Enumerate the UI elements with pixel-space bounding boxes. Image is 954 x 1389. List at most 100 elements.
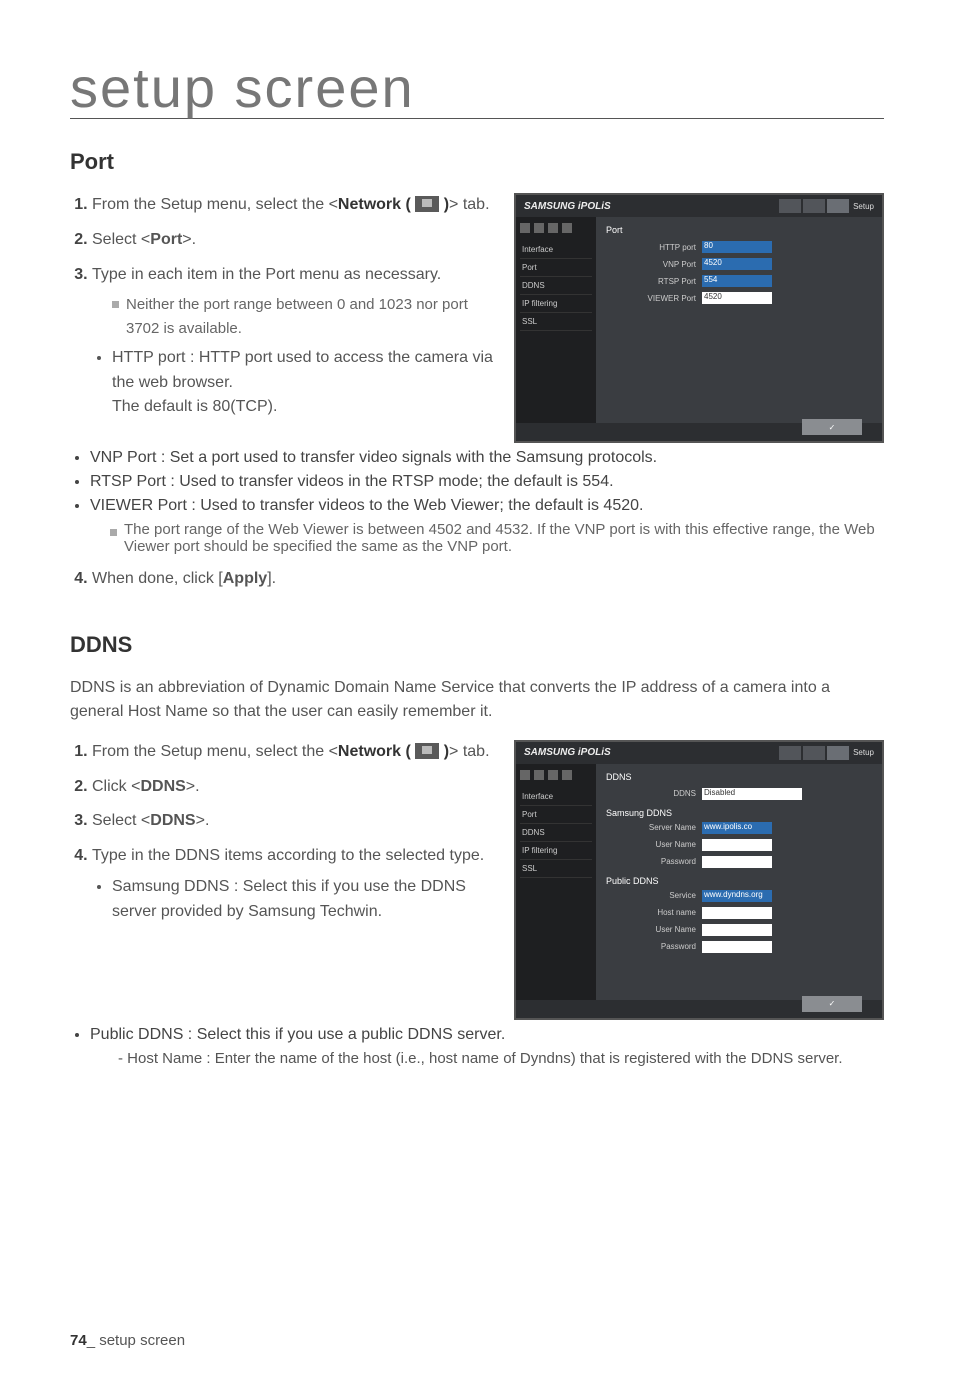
footer-label: setup screen [99, 1332, 185, 1349]
http-b: The default is 80(TCP). [112, 398, 277, 415]
network-bold-1: Network ( [338, 196, 415, 213]
ddns-intro: DDNS is an abbreviation of Dynamic Domai… [70, 676, 884, 724]
shot2-tab1[interactable] [779, 746, 801, 760]
p2pre: Select < [92, 231, 150, 248]
shot1-side-1[interactable]: Port [520, 259, 592, 277]
d2post: >. [186, 778, 200, 795]
network-bold-2: Network ( [338, 743, 415, 760]
s2g2r2l: User Name [606, 925, 696, 934]
ddns-public: Public DDNS : Select this if you use a p… [90, 1026, 884, 1067]
shot2-cat1[interactable] [520, 770, 530, 780]
p2post: >. [182, 231, 196, 248]
s2g2r2v[interactable] [702, 924, 772, 936]
shot2-side-4[interactable]: SSL [520, 860, 592, 878]
apply-bold-1: Apply [223, 570, 267, 587]
shot2-panel-title: DDNS [606, 772, 872, 782]
p3text: Type in each item in the Port menu as ne… [92, 266, 441, 283]
shot2-ddns-l: DDNS [606, 789, 696, 798]
shot2-side-3[interactable]: IP filtering [520, 842, 592, 860]
shot1-side-0[interactable]: Interface [520, 241, 592, 259]
shot1-side-4[interactable]: SSL [520, 313, 592, 331]
network-icon-2 [415, 743, 439, 759]
ddns-heading: DDNS [70, 632, 884, 658]
s2g2r3l: Password [606, 942, 696, 951]
shot2-g2: Public DDNS [606, 876, 872, 886]
port-bold: Port [150, 231, 182, 248]
d4text: Type in the DDNS items according to the … [92, 847, 484, 864]
shot2-apply[interactable]: ✓ [802, 996, 862, 1012]
port-http-bullet: HTTP port : HTTP port used to access the… [112, 346, 494, 420]
ddns-step-1: From the Setup menu, select the <Network… [92, 740, 494, 765]
shot1-setup: Setup [853, 202, 874, 211]
port-viewer-text: VIEWER Port : Used to transfer videos to… [90, 497, 643, 514]
port-step-3: Type in each item in the Port menu as ne… [92, 263, 494, 421]
page-footer: 74_ setup screen [70, 1332, 185, 1349]
network-close-paren-2: ) [439, 743, 449, 760]
s2g2r1v[interactable] [702, 907, 772, 919]
shot2-cat3[interactable] [548, 770, 558, 780]
shot2-cat4[interactable] [562, 770, 572, 780]
network-icon [415, 196, 439, 212]
shot1-r3-v[interactable]: 4520 [702, 292, 772, 304]
shot1-r0-v[interactable]: 80 [702, 241, 772, 253]
shot1-panel-title: Port [606, 225, 872, 235]
port-heading: Port [70, 149, 884, 175]
ddns-step-4: Type in the DDNS items according to the … [92, 844, 494, 924]
shot2-side-0[interactable]: Interface [520, 788, 592, 806]
shot1-cat3[interactable] [548, 223, 558, 233]
port-vnp: VNP Port : Set a port used to transfer v… [90, 449, 884, 467]
s2g2r0l: Service [606, 891, 696, 900]
shot1-cat4[interactable] [562, 223, 572, 233]
s2g2r3v[interactable] [702, 941, 772, 953]
shot1-tab1[interactable] [779, 199, 801, 213]
shot1-apply[interactable]: ✓ [802, 419, 862, 435]
port-step3-note: Neither the port range between 0 and 102… [112, 293, 494, 340]
shot1-cat1[interactable] [520, 223, 530, 233]
shot2-side-2[interactable]: DDNS [520, 824, 592, 842]
shot1-tab3[interactable] [827, 199, 849, 213]
shot1-r2-v[interactable]: 554 [702, 275, 772, 287]
shot1-cat2[interactable] [534, 223, 544, 233]
ddns-bold-2: DDNS [150, 812, 195, 829]
s2g1r2v[interactable] [702, 856, 772, 868]
shot1-tab2[interactable] [803, 199, 825, 213]
ddns-screenshot: SAMSUNG iPOLiS Setup [514, 740, 884, 1020]
shot2-ddns-sel[interactable]: Disabled [702, 788, 802, 800]
ddns-samsung: Samsung DDNS : Select this if you use th… [112, 875, 494, 925]
shot2-side-1[interactable]: Port [520, 806, 592, 824]
d3pre: Select < [92, 812, 150, 829]
port-step-1: From the Setup menu, select the <Network… [92, 193, 494, 218]
ddns-step-2: Click <DDNS>. [92, 775, 494, 800]
shot2-g1: Samsung DDNS [606, 808, 872, 818]
shot1-side-3[interactable]: IP filtering [520, 295, 592, 313]
shot1-r0-l: HTTP port [606, 243, 696, 252]
ddns-step1-text: From the Setup menu, select the [92, 743, 329, 760]
shot2-cat2[interactable] [534, 770, 544, 780]
ddns-step-3: Select <DDNS>. [92, 809, 494, 834]
d2pre: Click < [92, 778, 140, 795]
s2g2r0v[interactable]: www.dyndns.org [702, 890, 772, 902]
page-title: setup screen [70, 60, 884, 116]
gt1: > tab. [449, 196, 489, 213]
s2g1r0l: Server Name [606, 823, 696, 832]
s2g1r1v[interactable] [702, 839, 772, 851]
shot1-logo: SAMSUNG iPOLiS [524, 201, 611, 212]
page-number: 74 [70, 1332, 87, 1349]
ddns-public-text: Public DDNS : Select this if you use a p… [90, 1026, 505, 1043]
s2g1r0v[interactable]: www.ipolis.co [702, 822, 772, 834]
network-close-paren-1: ) [439, 196, 449, 213]
ddns-bold-1: DDNS [140, 778, 185, 795]
shot1-side-2[interactable]: DDNS [520, 277, 592, 295]
port-rtsp: RTSP Port : Used to transfer videos in t… [90, 473, 884, 491]
shot1-r3-l: VIEWER Port [606, 294, 696, 303]
p4pre: When done, click [ [92, 570, 223, 587]
shot2-setup: Setup [853, 748, 874, 757]
s2g1r1l: User Name [606, 840, 696, 849]
port-viewer-note: The port range of the Web Viewer is betw… [110, 521, 884, 555]
shot2-tab3[interactable] [827, 746, 849, 760]
p4post: ]. [267, 570, 276, 587]
shot2-tab2[interactable] [803, 746, 825, 760]
shot1-r1-v[interactable]: 4520 [702, 258, 772, 270]
s2g1r2l: Password [606, 857, 696, 866]
s2g2r1l: Host name [606, 908, 696, 917]
